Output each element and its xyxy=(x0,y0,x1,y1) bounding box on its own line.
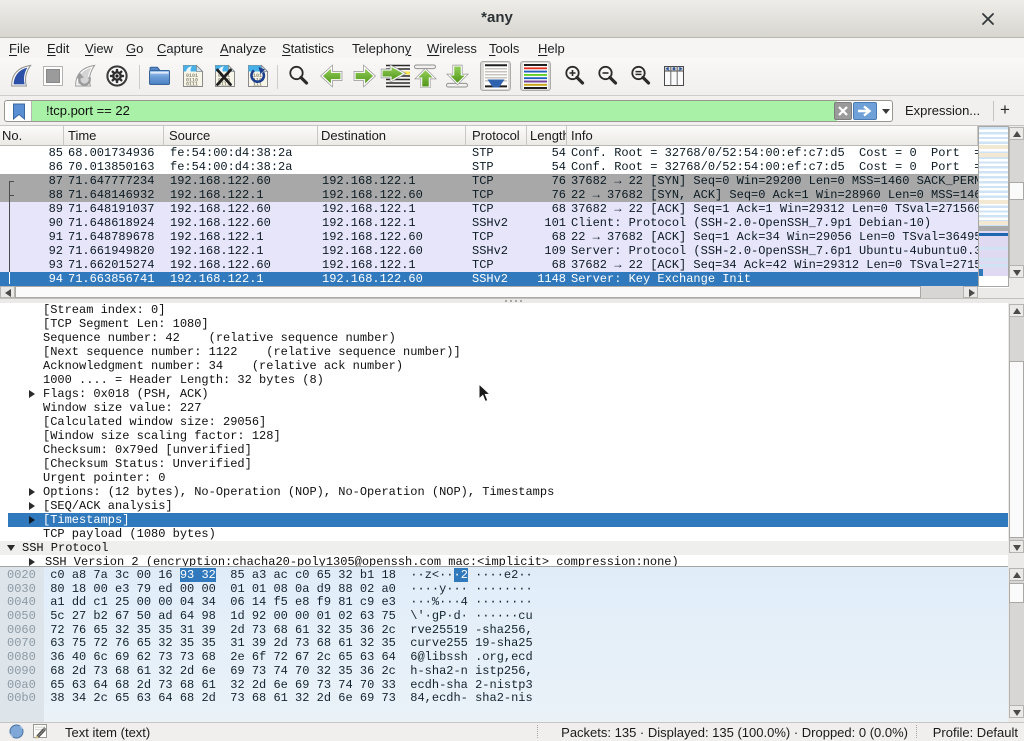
svg-text:0111: 0111 xyxy=(186,82,198,88)
